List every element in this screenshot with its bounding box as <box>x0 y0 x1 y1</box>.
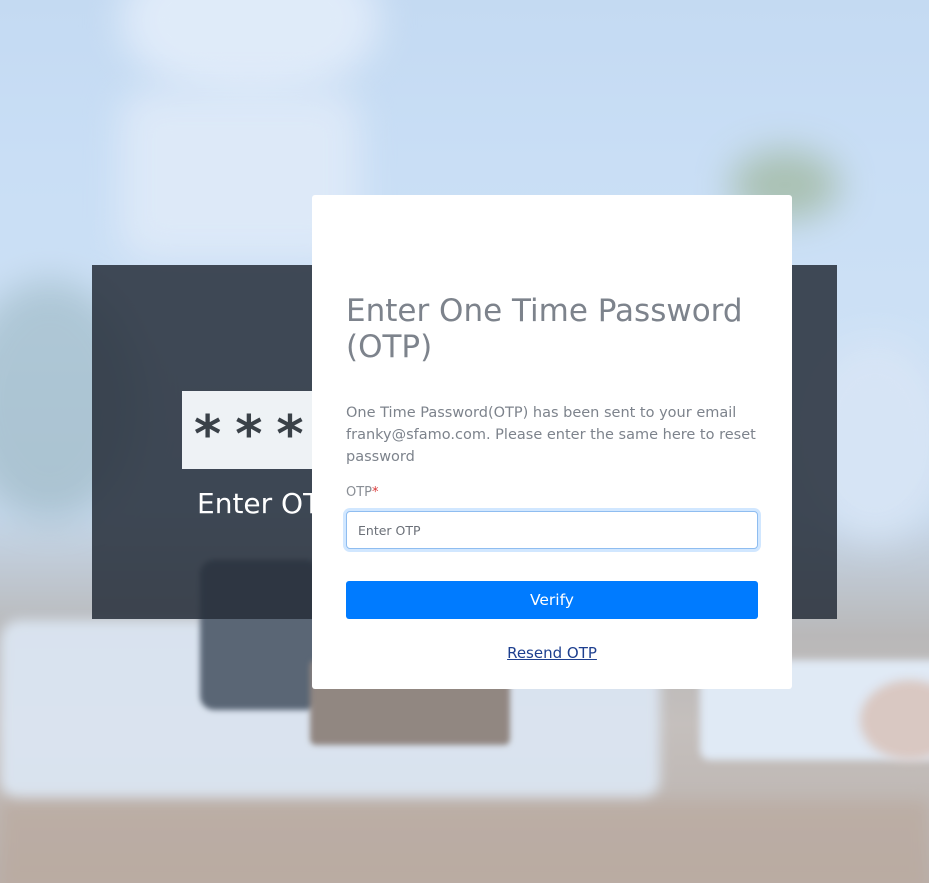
verify-button[interactable]: Verify <box>346 581 758 619</box>
required-marker: * <box>372 485 379 500</box>
asterisk-icon: * <box>276 405 304 465</box>
asterisk-icon: * <box>194 405 222 465</box>
otp-modal: Enter One Time Password (OTP) One Time P… <box>312 195 792 689</box>
otp-input[interactable] <box>346 511 758 549</box>
modal-title: Enter One Time Password (OTP) <box>346 293 743 365</box>
otp-field-label: OTP* <box>346 485 379 500</box>
illustration-caption: Enter OT <box>197 487 321 520</box>
asterisk-icon: * <box>235 405 263 465</box>
modal-description: One Time Password(OTP) has been sent to … <box>346 405 756 465</box>
resend-otp-link[interactable]: Resend OTP <box>312 644 792 662</box>
otp-label-text: OTP <box>346 485 373 500</box>
